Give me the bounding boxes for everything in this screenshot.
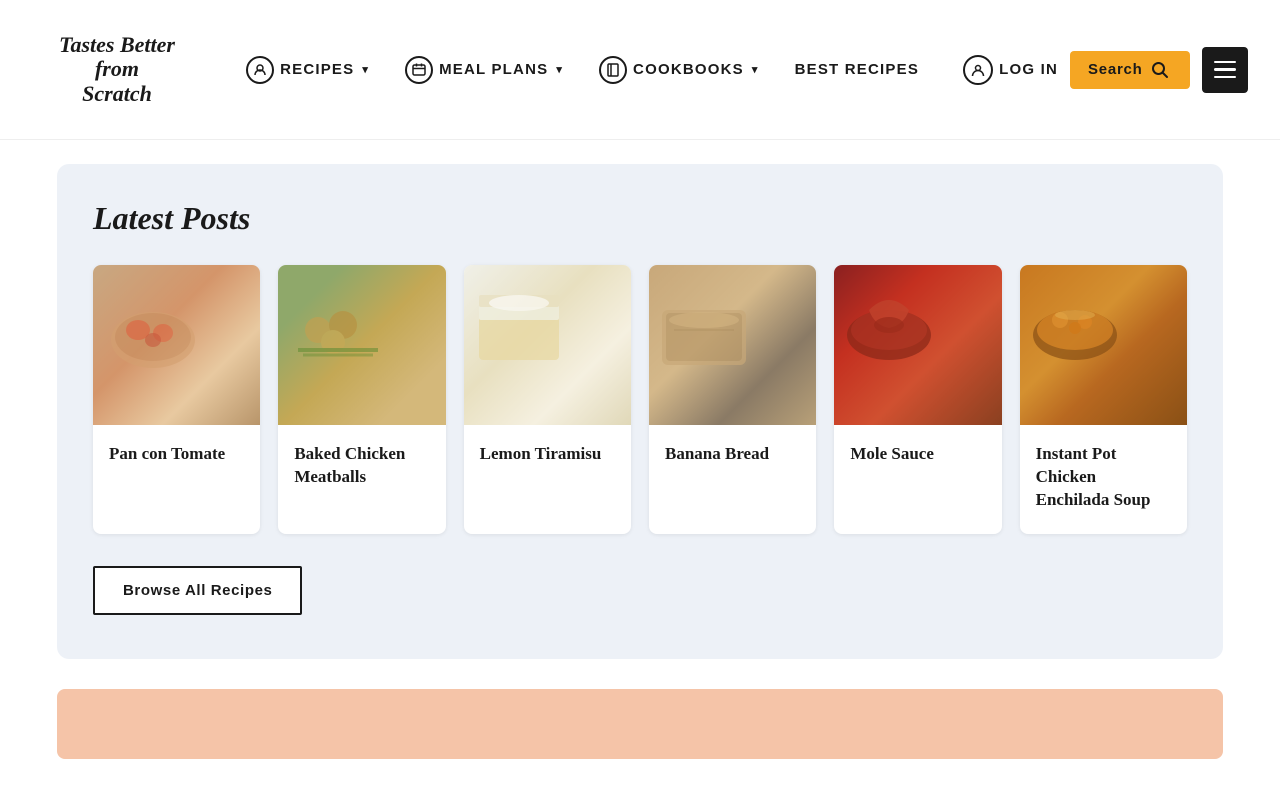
recipe-card-content-lemon-tiramisu: Lemon Tiramisu	[464, 425, 631, 488]
recipe-card-mole-sauce[interactable]: Mole Sauce	[834, 265, 1001, 534]
recipe-card-image-banana-bread	[649, 265, 816, 425]
recipe-card-content-mole-sauce: Mole Sauce	[834, 425, 1001, 488]
recipe-card-enchilada-soup[interactable]: Instant Pot Chicken Enchilada Soup	[1020, 265, 1187, 534]
recipes-icon	[246, 56, 274, 84]
recipe-card-content-enchilada-soup: Instant Pot Chicken Enchilada Soup	[1020, 425, 1187, 534]
cookbooks-chevron-icon: ▾	[752, 63, 759, 76]
site-logo[interactable]: Tastes Better from Scratch	[32, 33, 202, 106]
recipe-card-title-banana-bread: Banana Bread	[665, 443, 800, 466]
search-button[interactable]: Search	[1070, 51, 1190, 89]
recipe-card-image-baked-chicken-meatballs	[278, 265, 445, 425]
recipe-card-baked-chicken-meatballs[interactable]: Baked Chicken Meatballs	[278, 265, 445, 534]
recipe-card-image-enchilada-soup	[1020, 265, 1187, 425]
nav-label-meal-plans: MEAL PLANS	[439, 61, 548, 78]
recipe-card-title-pan-con-tomate: Pan con Tomate	[109, 443, 244, 466]
recipe-card-image-mole-sauce	[834, 265, 1001, 425]
hamburger-line-3	[1214, 76, 1236, 79]
nav-label-recipes: RECIPES	[280, 61, 354, 78]
recipe-card-title-enchilada-soup: Instant Pot Chicken Enchilada Soup	[1036, 443, 1171, 512]
recipe-card-banana-bread[interactable]: Banana Bread	[649, 265, 816, 534]
recipe-card-content-banana-bread: Banana Bread	[649, 425, 816, 488]
user-icon	[963, 55, 993, 85]
main-content: Latest Posts Pan con Tomate	[0, 140, 1280, 759]
peach-promo-section	[57, 689, 1223, 759]
hamburger-button[interactable]	[1202, 47, 1248, 93]
hamburger-line-2	[1214, 68, 1236, 71]
logo-main-text: Tastes Better from Scratch	[59, 33, 175, 106]
recipe-card-pan-con-tomate[interactable]: Pan con Tomate	[93, 265, 260, 534]
recipe-card-title-baked-chicken-meatballs: Baked Chicken Meatballs	[294, 443, 429, 489]
browse-all-recipes-button[interactable]: Browse All Recipes	[93, 566, 302, 615]
latest-posts-section: Latest Posts Pan con Tomate	[57, 164, 1223, 659]
site-header: Tastes Better from Scratch RECIPES ▾	[0, 0, 1280, 140]
nav-item-best-recipes[interactable]: BEST RECIPES	[781, 53, 933, 86]
cookbooks-icon	[599, 56, 627, 84]
recipe-card-content-baked-chicken-meatballs: Baked Chicken Meatballs	[278, 425, 445, 511]
nav-label-cookbooks: COOKBOOKS	[633, 61, 744, 78]
hamburger-line-1	[1214, 61, 1236, 64]
header-right: LOG IN Search	[963, 47, 1248, 93]
recipe-cards-grid: Pan con Tomate	[93, 265, 1187, 534]
search-icon	[1151, 61, 1169, 79]
nav-item-cookbooks[interactable]: COOKBOOKS ▾	[585, 48, 773, 92]
recipe-card-title-lemon-tiramisu: Lemon Tiramisu	[480, 443, 615, 466]
nav-item-meal-plans[interactable]: MEAL PLANS ▾	[391, 48, 577, 92]
recipe-card-lemon-tiramisu[interactable]: Lemon Tiramisu	[464, 265, 631, 534]
recipes-chevron-icon: ▾	[362, 63, 369, 76]
log-in-button[interactable]: LOG IN	[963, 55, 1058, 85]
recipe-card-content-pan-con-tomate: Pan con Tomate	[93, 425, 260, 488]
nav-item-recipes[interactable]: RECIPES ▾	[232, 48, 383, 92]
meal-plans-chevron-icon: ▾	[556, 63, 563, 76]
recipe-card-title-mole-sauce: Mole Sauce	[850, 443, 985, 466]
search-label: Search	[1088, 61, 1143, 78]
log-in-label: LOG IN	[999, 61, 1058, 78]
recipe-card-image-lemon-tiramisu	[464, 265, 631, 425]
meal-plans-icon	[405, 56, 433, 84]
main-nav: RECIPES ▾ MEAL PLANS ▾ COO	[202, 48, 963, 92]
section-title-latest-posts: Latest Posts	[93, 200, 1187, 237]
nav-label-best-recipes: BEST RECIPES	[795, 61, 919, 78]
recipe-card-image-pan-con-tomate	[93, 265, 260, 425]
